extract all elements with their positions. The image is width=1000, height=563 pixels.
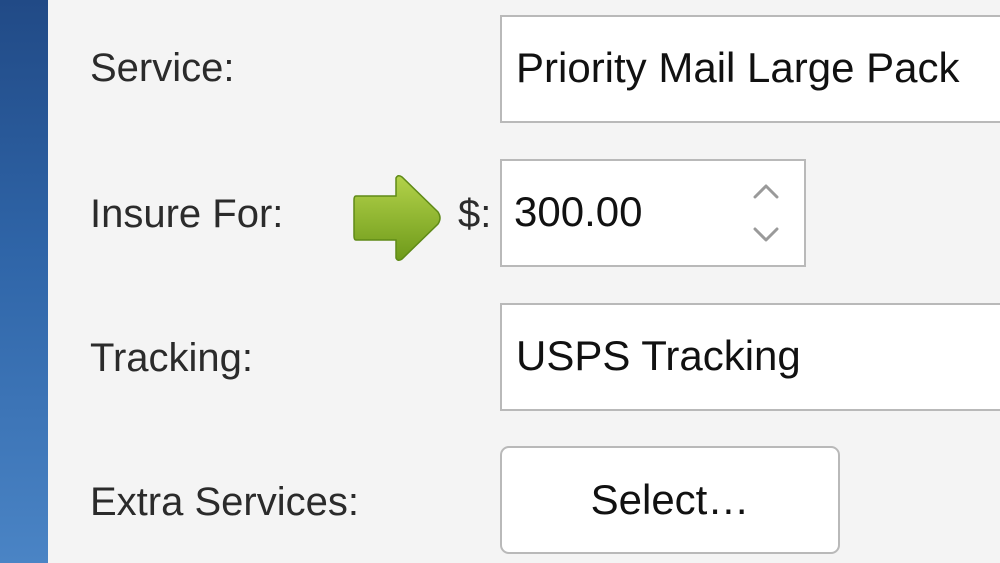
chevron-down-icon[interactable] (746, 215, 786, 253)
tracking-label: Tracking: (90, 336, 254, 380)
insure-for-label: Insure For: (90, 192, 284, 236)
currency-symbol: $: (458, 192, 492, 236)
chevron-up-icon[interactable] (746, 173, 786, 211)
amount-stepper[interactable] (746, 173, 786, 253)
extra-services-label: Extra Services: (90, 480, 359, 524)
service-label: Service: (90, 46, 235, 90)
insure-for-field (500, 159, 806, 267)
service-field[interactable]: Priority Mail Large Pack (500, 15, 1000, 123)
service-value: Priority Mail Large Pack (516, 44, 960, 92)
tracking-value: USPS Tracking (516, 332, 801, 380)
sidebar-strip (0, 0, 48, 563)
shipping-options-panel: Service: Priority Mail Large Pack Insure… (0, 0, 1000, 563)
select-extra-services-button[interactable]: Select… (500, 446, 840, 554)
insure-amount-input[interactable] (514, 188, 734, 237)
tracking-field[interactable]: USPS Tracking (500, 303, 1000, 411)
arrow-right-icon (352, 172, 444, 264)
